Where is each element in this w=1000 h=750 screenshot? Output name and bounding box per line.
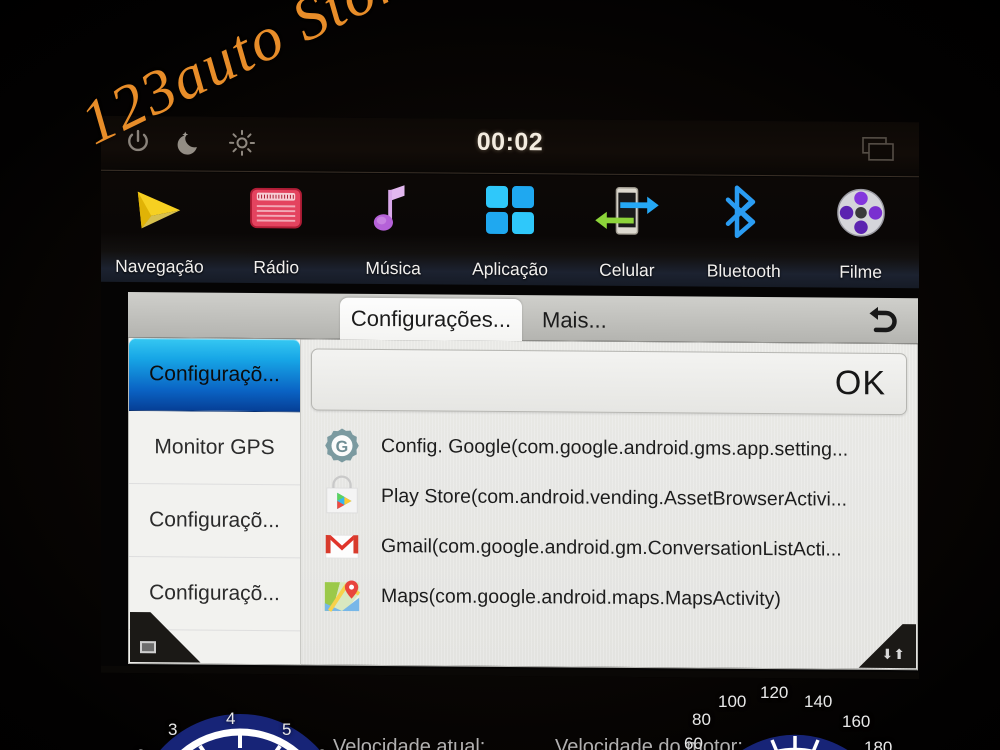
tach-tick: 6 bbox=[317, 746, 326, 750]
tach-tick: 5 bbox=[282, 720, 292, 739]
tach-tick: 4 bbox=[226, 709, 236, 728]
play-store-icon bbox=[319, 474, 365, 516]
maps-icon bbox=[319, 574, 365, 616]
bluetooth-icon bbox=[724, 183, 764, 241]
list-item-label: Maps(com.google.android.maps.MapsActivit… bbox=[381, 584, 781, 610]
phone-link-icon bbox=[593, 182, 661, 241]
window-tab-bar: Configurações... Mais... bbox=[128, 291, 918, 345]
navigation-arrow-icon bbox=[130, 178, 188, 236]
launcher-label: Música bbox=[365, 257, 421, 279]
recent-apps-icon[interactable] bbox=[861, 136, 895, 162]
speedo-tick: 160 bbox=[842, 712, 871, 731]
speedo-tick: 140 bbox=[804, 692, 833, 711]
speedo-tick: 80 bbox=[692, 710, 711, 729]
window-corner-bottom-left bbox=[130, 612, 226, 663]
launcher-label: Navegação bbox=[115, 255, 204, 277]
speedo-tick: 180 bbox=[864, 738, 893, 750]
launcher-item-radio[interactable]: Rádio bbox=[218, 173, 335, 284]
list-item[interactable]: G Config. Google(com.google.android.gms.… bbox=[311, 420, 907, 475]
window-body: Configuraçõ... Monitor GPS Configuraçõ..… bbox=[128, 337, 918, 671]
speedo-tick: 100 bbox=[718, 692, 747, 711]
head-unit-screen: 00:02 Navegação Rádio Música Aplicação C… bbox=[101, 115, 919, 680]
status-bar: 00:02 bbox=[101, 115, 919, 178]
list-item-label: Gmail(com.google.android.gm.Conversation… bbox=[381, 534, 842, 561]
launcher-label: Rádio bbox=[253, 256, 300, 278]
back-arrow-icon[interactable] bbox=[862, 304, 900, 338]
tab-mais[interactable]: Mais... bbox=[528, 299, 621, 342]
launcher-item-navegacao[interactable]: Navegação bbox=[101, 172, 218, 283]
ok-button[interactable]: OK bbox=[835, 364, 886, 403]
launcher-label: Bluetooth bbox=[706, 260, 781, 282]
launcher-item-bluetooth[interactable]: Bluetooth bbox=[685, 176, 802, 287]
app-launcher-list: Navegação Rádio Música Aplicação Celular… bbox=[101, 172, 919, 288]
dashboard-gauges: 2 3 4 5 6 60 80 100 120 140 160 180 bbox=[0, 678, 1000, 750]
app-launcher-bar: Navegação Rádio Música Aplicação Celular… bbox=[101, 171, 919, 289]
window-resize-corner[interactable]: ⬇⬆ bbox=[836, 623, 916, 669]
launcher-item-filme[interactable]: Filme bbox=[802, 177, 919, 288]
list-item[interactable]: Maps(com.google.android.maps.MapsActivit… bbox=[311, 570, 907, 625]
tachometer-gauge: 2 3 4 5 6 bbox=[136, 700, 340, 750]
app-chooser-pane: OK G Config. Google(com.google.android.g… bbox=[301, 339, 917, 669]
launcher-item-aplicacao[interactable]: Aplicação bbox=[452, 175, 569, 286]
launcher-item-musica[interactable]: Música bbox=[335, 174, 452, 285]
dash-label-speed: Velocidade atual: bbox=[333, 736, 486, 750]
app-chooser-list: G Config. Google(com.google.android.gms.… bbox=[311, 420, 907, 625]
apps-grid-icon bbox=[484, 181, 536, 239]
svg-text:G: G bbox=[336, 438, 349, 456]
launcher-item-celular[interactable]: Celular bbox=[568, 175, 685, 286]
screenshot-root: 00:02 Navegação Rádio Música Aplicação C… bbox=[0, 0, 1000, 750]
list-item-label: Config. Google(com.google.android.gms.ap… bbox=[381, 434, 849, 461]
window-glyph-icon[interactable] bbox=[140, 641, 156, 654]
launcher-label: Aplicação bbox=[472, 258, 548, 280]
sidebar-item-monitor-gps[interactable]: Monitor GPS bbox=[129, 411, 300, 486]
ok-bar: OK bbox=[311, 348, 907, 416]
launcher-label: Filme bbox=[839, 261, 882, 282]
list-item[interactable]: Play Store(com.android.vending.AssetBrow… bbox=[311, 470, 907, 525]
list-item-label: Play Store(com.android.vending.AssetBrow… bbox=[381, 484, 848, 511]
speedo-tick: 120 bbox=[760, 683, 789, 702]
tach-tick: 3 bbox=[168, 720, 178, 739]
film-reel-icon bbox=[835, 184, 887, 242]
music-note-icon bbox=[370, 180, 416, 238]
resize-handle-icon[interactable]: ⬇⬆ bbox=[882, 646, 905, 662]
launcher-label: Celular bbox=[599, 259, 655, 281]
settings-window: Configurações... Mais... Configuraçõ... … bbox=[128, 291, 918, 671]
google-settings-gear-icon: G bbox=[319, 424, 365, 466]
gmail-icon bbox=[319, 524, 365, 566]
sidebar-item-0[interactable]: Configuraçõ... bbox=[129, 338, 300, 413]
tab-configuracoes[interactable]: Configurações... bbox=[340, 297, 522, 342]
sidebar-item-2[interactable]: Configuraçõ... bbox=[129, 484, 300, 559]
dash-label-engine: Velocidade do motor: bbox=[555, 736, 743, 750]
list-item[interactable]: Gmail(com.google.android.gm.Conversation… bbox=[311, 520, 907, 575]
tach-tick: 2 bbox=[136, 746, 145, 750]
radio-icon bbox=[248, 179, 304, 237]
